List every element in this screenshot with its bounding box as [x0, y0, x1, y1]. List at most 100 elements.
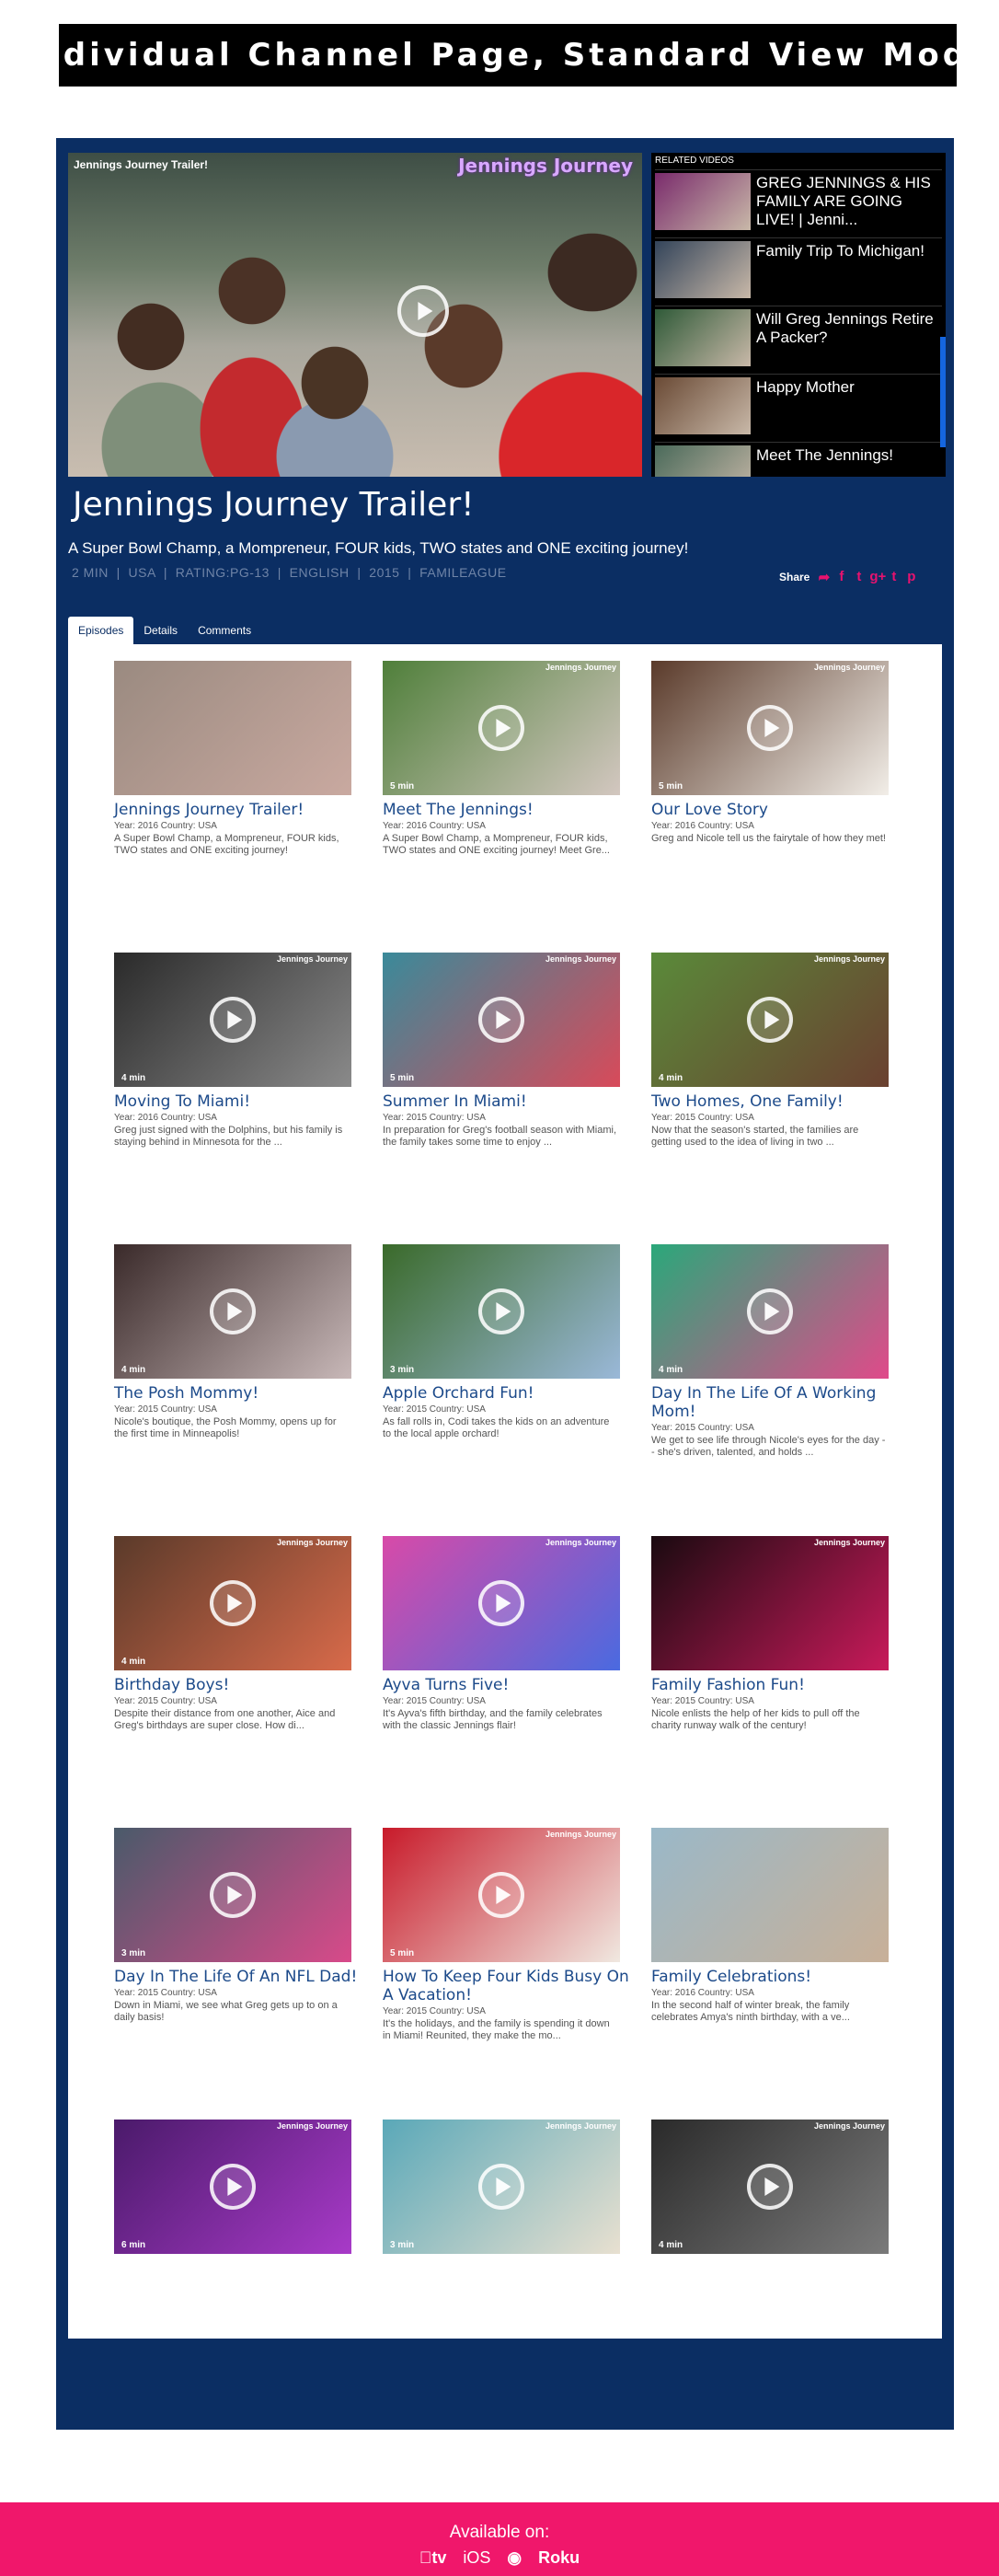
play-icon[interactable]	[747, 997, 793, 1043]
pinterest-icon[interactable]: p	[904, 569, 918, 585]
related-scrollbar[interactable]	[940, 337, 946, 447]
episode-title[interactable]: Ayva Turns Five!	[383, 1676, 631, 1694]
tab-episodes[interactable]: Episodes	[68, 617, 134, 644]
related-video-item[interactable]: Meet The Jennings!	[655, 442, 942, 477]
episode-thumbnail[interactable]: Jennings Journey	[383, 1536, 620, 1670]
episode-thumbnail[interactable]: Jennings Journey	[651, 1536, 889, 1670]
related-video-title[interactable]: Happy Mother	[751, 375, 942, 436]
ios-label[interactable]: iOS	[463, 2548, 490, 2568]
episode-thumbnail[interactable]: 4 min	[114, 1244, 351, 1379]
episode-card[interactable]: Jennings Journey 6 min	[114, 2120, 362, 2259]
episode-title[interactable]: Meet The Jennings!	[383, 801, 631, 819]
related-video-item[interactable]: Family Trip To Michigan!	[655, 237, 942, 300]
episode-thumbnail[interactable]: 3 min	[114, 1828, 351, 1962]
play-icon[interactable]	[478, 2164, 524, 2210]
play-icon[interactable]	[478, 1872, 524, 1918]
episode-title[interactable]: How To Keep Four Kids Busy On A Vacation…	[383, 1968, 631, 2004]
episode-thumbnail[interactable]: Jennings Journey 6 min	[114, 2120, 351, 2254]
related-video-thumbnail[interactable]	[655, 445, 751, 477]
episode-card[interactable]: Jennings Journey 4 min	[651, 2120, 900, 2259]
twitter-icon[interactable]: t	[852, 569, 866, 585]
episode-thumbnail[interactable]: Jennings Journey 5 min	[383, 1828, 620, 1962]
video-player[interactable]: Jennings Journey Trailer! Jennings Journ…	[68, 153, 642, 477]
episode-title[interactable]: Jennings Journey Trailer!	[114, 801, 362, 819]
episode-title[interactable]: Moving To Miami!	[114, 1092, 362, 1111]
play-icon[interactable]	[478, 1580, 524, 1626]
play-icon[interactable]	[478, 997, 524, 1043]
play-icon[interactable]	[210, 2164, 256, 2210]
episode-title[interactable]: Birthday Boys!	[114, 1676, 362, 1694]
episode-thumbnail[interactable]: Jennings Journey 4 min	[651, 953, 889, 1087]
episode-title[interactable]: Summer In Miami!	[383, 1092, 631, 1111]
episode-thumbnail[interactable]: Jennings Journey 4 min	[114, 1536, 351, 1670]
related-video-thumbnail[interactable]	[655, 309, 751, 366]
episode-title[interactable]: Day In The Life Of An NFL Dad!	[114, 1968, 362, 1986]
related-video-item[interactable]: GREG JENNINGS & HIS FAMILY ARE GOING LIV…	[655, 169, 942, 232]
tumblr-icon[interactable]: t	[887, 569, 901, 585]
episode-thumbnail[interactable]: Jennings Journey 5 min	[383, 661, 620, 795]
play-icon[interactable]	[397, 285, 449, 337]
tab-details[interactable]: Details	[133, 617, 188, 644]
episode-card[interactable]: 3 min Apple Orchard Fun! Year: 2015 Countr…	[383, 1244, 631, 1440]
related-video-item[interactable]: Happy Mother	[655, 374, 942, 436]
platform-list: tv iOS ◉ Roku	[0, 2548, 999, 2568]
google-plus-icon[interactable]: g+	[869, 569, 886, 585]
android-icon[interactable]: ◉	[507, 2548, 522, 2568]
episode-title[interactable]: Two Homes, One Family!	[651, 1092, 900, 1111]
episode-title[interactable]: Family Celebrations!	[651, 1968, 900, 1986]
episode-card[interactable]: Jennings Journey 3 min	[383, 2120, 631, 2259]
roku-label[interactable]: Roku	[538, 2548, 580, 2568]
video-description: A Super Bowl Champ, a Mompreneur, FOUR k…	[68, 539, 689, 557]
episode-thumbnail[interactable]: Jennings Journey 4 min	[651, 2120, 889, 2254]
play-icon[interactable]	[210, 1872, 256, 1918]
related-video-title[interactable]: Meet The Jennings!	[751, 443, 942, 477]
episode-thumbnail[interactable]	[114, 661, 351, 795]
episode-thumbnail[interactable]: Jennings Journey 4 min	[114, 953, 351, 1087]
related-video-title[interactable]: GREG JENNINGS & HIS FAMILY ARE GOING LIV…	[751, 170, 942, 232]
episode-card[interactable]: Jennings Journey 5 min Our Love Story Year:…	[651, 661, 900, 845]
tab-comments[interactable]: Comments	[188, 617, 261, 644]
apple-tv-icon[interactable]: tv	[419, 2548, 447, 2568]
related-video-thumbnail[interactable]	[655, 173, 751, 230]
share-arrow-icon[interactable]: ➦	[817, 569, 831, 585]
episode-thumbnail[interactable]	[651, 1828, 889, 1962]
play-icon[interactable]	[747, 1288, 793, 1334]
episode-title[interactable]: Day In The Life Of A Working Mom!	[651, 1384, 900, 1421]
episode-card[interactable]: Jennings Journey 4 min Moving To Miami! Yea…	[114, 953, 362, 1149]
play-icon[interactable]	[747, 705, 793, 751]
episode-card[interactable]: 4 min The Posh Mommy! Year: 2015 Country: …	[114, 1244, 362, 1440]
episode-card[interactable]: Jennings Journey Family Fashion Fun! Year:…	[651, 1536, 900, 1732]
episode-thumbnail[interactable]: Jennings Journey 5 min	[651, 661, 889, 795]
related-video-thumbnail[interactable]	[655, 377, 751, 434]
episode-card[interactable]: Jennings Journey 4 min Two Homes, One Fami…	[651, 953, 900, 1149]
episode-thumbnail[interactable]: 3 min	[383, 1244, 620, 1379]
related-video-thumbnail[interactable]	[655, 241, 751, 298]
episode-card[interactable]: Jennings Journey 4 min Birthday Boys! Year:…	[114, 1536, 362, 1732]
episode-thumbnail[interactable]: 4 min	[651, 1244, 889, 1379]
play-icon[interactable]	[478, 705, 524, 751]
episode-card[interactable]: Jennings Journey 5 min How To Keep Four Ki…	[383, 1828, 631, 2042]
episode-title[interactable]: The Posh Mommy!	[114, 1384, 362, 1403]
related-video-title[interactable]: Family Trip To Michigan!	[751, 238, 942, 300]
episode-card[interactable]: Jennings Journey Ayva Turns Five! Year: 20…	[383, 1536, 631, 1732]
episode-card[interactable]: Jennings Journey 5 min Meet The Jennings! Y…	[383, 661, 631, 857]
episode-title[interactable]: Family Fashion Fun!	[651, 1676, 900, 1694]
play-icon[interactable]	[210, 997, 256, 1043]
play-icon[interactable]	[210, 1580, 256, 1626]
episode-card[interactable]: Jennings Journey 5 min Summer In Miami! Yea…	[383, 953, 631, 1149]
related-video-item[interactable]: Will Greg Jennings Retire A Packer?	[655, 306, 942, 368]
episode-card[interactable]: 3 min Day In The Life Of An NFL Dad! Year:…	[114, 1828, 362, 2024]
play-icon[interactable]	[210, 1288, 256, 1334]
episode-thumbnail[interactable]: Jennings Journey 3 min	[383, 2120, 620, 2254]
episode-title[interactable]: Our Love Story	[651, 801, 900, 819]
play-icon[interactable]	[478, 1288, 524, 1334]
episode-card[interactable]: 4 min Day In The Life Of A Working Mom! Ye…	[651, 1244, 900, 1459]
episode-title[interactable]: Apple Orchard Fun!	[383, 1384, 631, 1403]
episode-description: Nicole enlists the help of her kids to p…	[651, 1708, 860, 1731]
episode-thumbnail[interactable]: Jennings Journey 5 min	[383, 953, 620, 1087]
play-icon[interactable]	[747, 2164, 793, 2210]
episode-card[interactable]: Family Celebrations! Year: 2016 Country: …	[651, 1828, 900, 2024]
related-video-title[interactable]: Will Greg Jennings Retire A Packer?	[751, 306, 942, 368]
facebook-icon[interactable]: f	[834, 569, 848, 585]
episode-card[interactable]: Jennings Journey Trailer! Year: 2016 Coun…	[114, 661, 362, 857]
